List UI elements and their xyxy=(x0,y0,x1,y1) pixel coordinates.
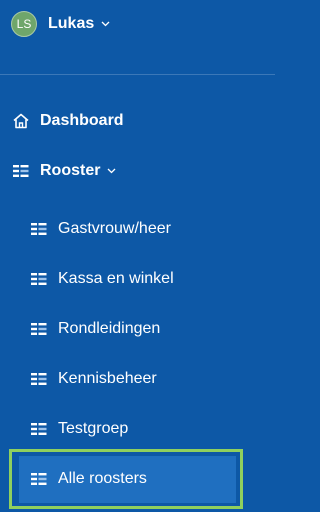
nav-item-rooster[interactable]: Rooster xyxy=(12,157,116,185)
chevron-down-icon xyxy=(106,166,116,176)
rooster-item-label: Kennisbeheer xyxy=(58,370,157,387)
rooster-item-kennisbeheer[interactable]: Kennisbeheer xyxy=(30,365,157,393)
rooster-item-testgroep[interactable]: Testgroep xyxy=(30,415,128,443)
avatar: LS xyxy=(11,11,37,37)
rooster-item-kassa-en-winkel[interactable]: Kassa en winkel xyxy=(30,265,174,293)
rooster-item-label: Rondleidingen xyxy=(58,320,161,337)
avatar-initials: LS xyxy=(16,17,32,31)
user-name: Lukas xyxy=(48,15,95,32)
rooster-item-rondleidingen[interactable]: Rondleidingen xyxy=(30,315,160,343)
sidebar: LS Lukas Dashboard Rooster Gastvrouw/hee… xyxy=(0,0,275,512)
rooster-item-label: Gastvrouw/heer xyxy=(58,220,171,237)
schedule-icon xyxy=(30,220,48,238)
schedule-icon xyxy=(12,162,30,180)
rooster-item-label: Alle roosters xyxy=(58,470,147,487)
schedule-icon xyxy=(30,370,48,388)
rooster-item-alle-roosters-content[interactable]: Alle roosters xyxy=(30,465,147,493)
rooster-item-label: Kassa en winkel xyxy=(58,270,174,287)
schedule-icon xyxy=(30,270,48,288)
home-icon xyxy=(12,112,30,130)
schedule-icon xyxy=(30,320,48,338)
schedule-icon xyxy=(30,420,48,438)
user-menu[interactable]: LS Lukas xyxy=(11,10,110,38)
nav-label-rooster: Rooster xyxy=(40,162,101,179)
nav-item-dashboard[interactable]: Dashboard xyxy=(12,107,124,135)
divider xyxy=(0,74,275,75)
nav-label-dashboard: Dashboard xyxy=(40,112,124,129)
chevron-down-icon xyxy=(100,19,110,29)
schedule-icon xyxy=(30,470,48,488)
rooster-item-gastvrouw-heer[interactable]: Gastvrouw/heer xyxy=(30,215,171,243)
rooster-item-label: Testgroep xyxy=(58,420,129,437)
